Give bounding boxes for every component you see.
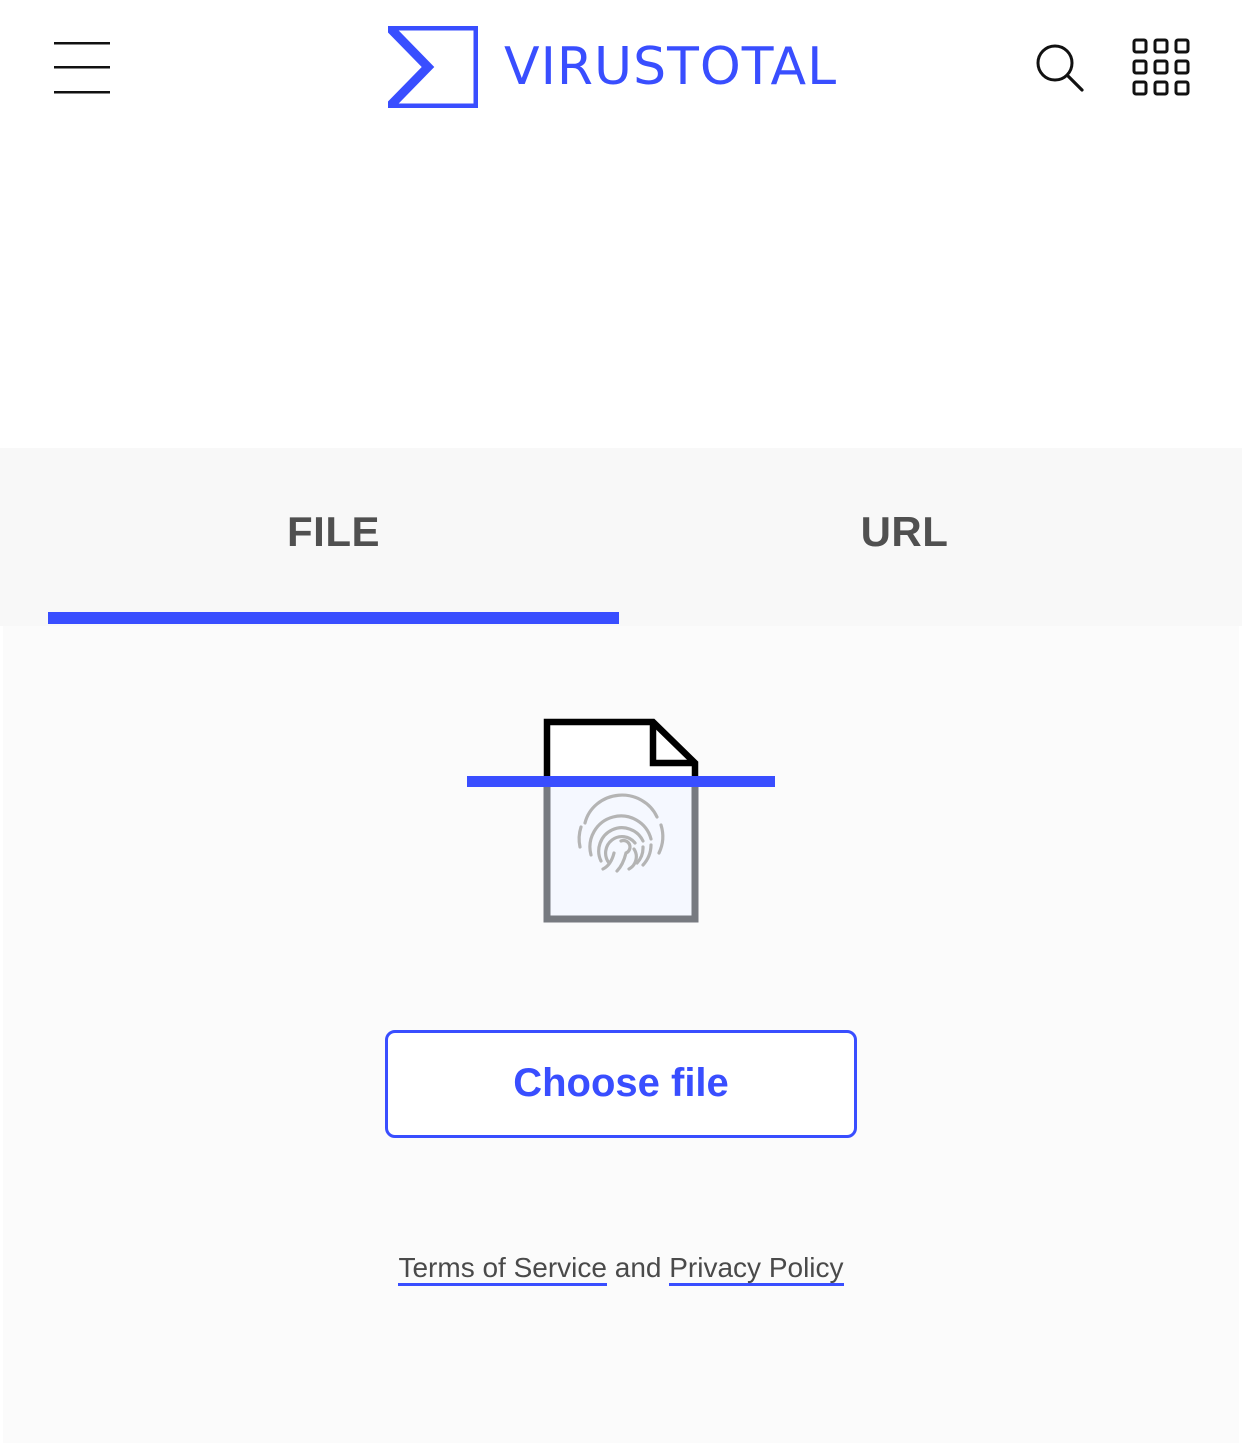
upload-type-tabs: FILE URL xyxy=(0,448,1242,626)
terms-of-service-link[interactable]: Terms of Service xyxy=(398,1252,607,1286)
active-tab-indicator xyxy=(48,612,619,624)
hamburger-menu-icon[interactable] xyxy=(54,40,110,96)
tab-file[interactable]: FILE xyxy=(48,448,619,626)
tab-file-label: FILE xyxy=(287,508,380,555)
apps-grid-icon[interactable] xyxy=(1132,38,1190,96)
legal-links: Terms of Service and Privacy Policy xyxy=(0,1248,1242,1288)
header: VIRUSTOTAL xyxy=(0,0,1242,448)
virustotal-logo[interactable]: VIRUSTOTAL xyxy=(388,26,837,108)
search-icon[interactable] xyxy=(1034,42,1086,94)
virustotal-logo-mark-icon xyxy=(388,26,478,108)
tab-url-label: URL xyxy=(860,508,949,555)
legal-and-text: and xyxy=(614,1252,662,1283)
tab-url[interactable]: URL xyxy=(619,448,1190,626)
file-fingerprint-scan-icon xyxy=(467,718,775,923)
privacy-policy-link[interactable]: Privacy Policy xyxy=(669,1252,844,1286)
choose-file-button[interactable]: Choose file xyxy=(385,1030,857,1138)
brand-name: VIRUSTOTAL xyxy=(504,37,838,97)
